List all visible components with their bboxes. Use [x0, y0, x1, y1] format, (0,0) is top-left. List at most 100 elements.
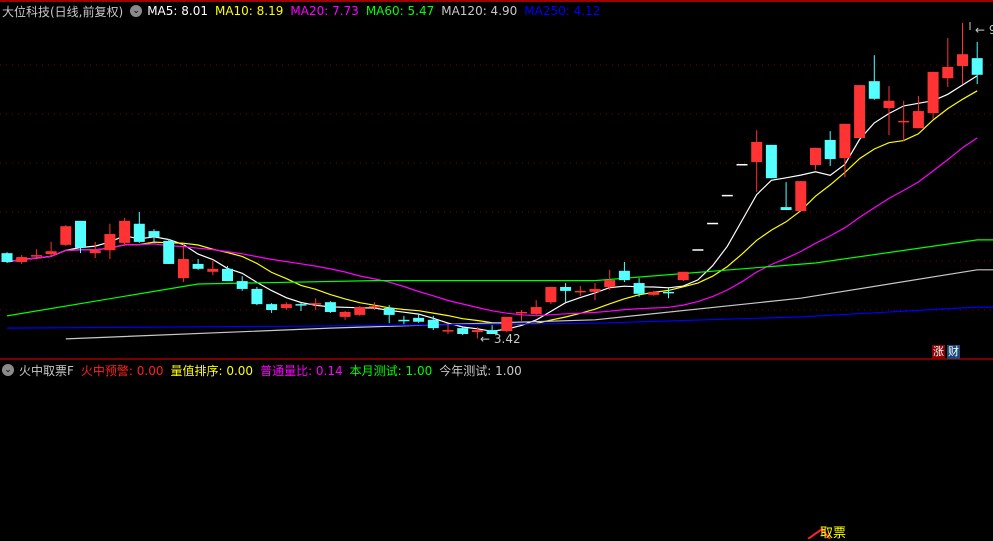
candle-body [912, 111, 924, 129]
candle-body [251, 288, 263, 305]
candle[interactable] [780, 182, 792, 211]
candle[interactable] [854, 85, 866, 139]
candle-body [516, 311, 527, 314]
candle-body [177, 259, 189, 279]
candle[interactable] [868, 55, 880, 100]
candle[interactable] [104, 223, 116, 260]
candle[interactable] [236, 276, 248, 291]
candle[interactable] [398, 315, 410, 325]
candle[interactable] [30, 249, 42, 259]
candle[interactable] [177, 243, 189, 283]
ma60-line [6, 239, 993, 317]
candle-body [545, 286, 557, 303]
signal-label: 取票 [820, 526, 847, 541]
candle[interactable] [266, 303, 278, 313]
candle[interactable] [457, 327, 469, 335]
candle[interactable] [589, 283, 601, 301]
candle-body [560, 286, 572, 291]
candle[interactable] [736, 163, 748, 166]
candle-body [692, 249, 704, 251]
candle[interactable] [795, 181, 807, 212]
cai-badge[interactable]: 财 [947, 345, 960, 359]
candle-body [266, 304, 278, 310]
candle-body [648, 291, 660, 295]
candle[interactable] [60, 225, 72, 246]
candle-body [457, 328, 469, 335]
candle[interactable] [324, 301, 336, 313]
candle[interactable] [530, 300, 542, 315]
candle[interactable] [824, 131, 836, 166]
candle[interactable] [898, 100, 910, 141]
candle[interactable] [707, 222, 719, 225]
candle[interactable] [574, 285, 586, 296]
indicator-header: ⌄ 火中取票F 火中预警: 0.00 量值排序: 0.00 普通量比: 0.14… [2, 361, 529, 379]
candle[interactable] [721, 194, 733, 197]
candle[interactable] [222, 265, 233, 282]
candle-body [148, 231, 160, 237]
candle-body [163, 240, 175, 264]
candle[interactable] [16, 255, 28, 264]
candle[interactable] [912, 95, 924, 129]
candle-body [383, 308, 395, 315]
indicator-item: 本月测试: 1.00 [349, 363, 433, 378]
candle-body [677, 271, 689, 281]
candle[interactable] [618, 261, 630, 283]
zhang-badge[interactable]: 涨 [932, 345, 945, 359]
candle[interactable] [765, 144, 777, 179]
candle-body [1, 253, 13, 262]
low-price-label: ← 3.42 [480, 332, 521, 346]
candle-body [413, 317, 425, 322]
candle[interactable] [751, 130, 763, 192]
candle[interactable] [501, 316, 513, 333]
candle-body [839, 123, 851, 159]
candle-body [780, 207, 792, 211]
candle[interactable] [942, 38, 954, 88]
candle[interactable] [148, 229, 160, 243]
candle[interactable] [119, 217, 131, 246]
candle-body [324, 302, 336, 312]
candle-body [574, 290, 586, 293]
candle-body [339, 311, 351, 317]
candle-body [16, 257, 28, 262]
ma250-line [6, 306, 993, 329]
candle[interactable] [442, 324, 454, 335]
candle-body [530, 307, 542, 314]
candle-body [369, 306, 380, 308]
candle-body [133, 223, 145, 242]
candle[interactable] [810, 147, 821, 170]
candle[interactable] [280, 302, 292, 310]
candlestick-chart[interactable]: ← 9. ← 3.42 [0, 0, 993, 539]
candle-body [971, 58, 983, 75]
candle[interactable] [339, 310, 351, 320]
candle[interactable] [545, 286, 557, 305]
candle[interactable] [133, 212, 145, 243]
candle[interactable] [1, 252, 13, 263]
candle-body [398, 319, 410, 322]
candle-body [501, 316, 513, 332]
candle[interactable] [883, 86, 895, 136]
candle-body [60, 226, 72, 245]
candle[interactable] [927, 71, 939, 119]
candle-body [751, 141, 763, 163]
candle[interactable] [295, 303, 307, 311]
candle[interactable] [310, 298, 322, 310]
candle-body [721, 194, 733, 197]
candle[interactable] [207, 261, 219, 276]
candle-body [868, 81, 880, 99]
indicator-item: 火中预警: 0.00 [80, 363, 164, 378]
candle[interactable] [163, 238, 175, 264]
candle-body [765, 144, 777, 179]
candle[interactable] [692, 249, 704, 251]
candle[interactable] [560, 283, 572, 303]
candle[interactable] [957, 22, 968, 85]
chevron-down-icon[interactable]: ⌄ [2, 364, 14, 376]
high-price-label: ← 9. [975, 23, 993, 37]
candle[interactable] [427, 315, 439, 331]
candle[interactable] [192, 259, 204, 270]
candle[interactable] [677, 271, 689, 282]
candle[interactable] [251, 286, 263, 306]
candle[interactable] [354, 306, 366, 316]
candle[interactable] [45, 241, 57, 257]
candle-body [310, 303, 322, 305]
indicator-name: 火中取票F [19, 363, 74, 378]
